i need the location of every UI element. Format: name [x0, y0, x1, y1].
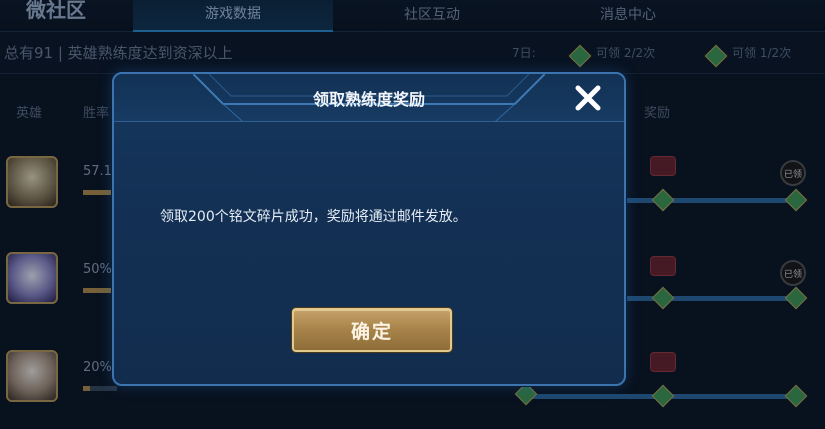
dialog-title: 领取熟练度奖励 — [312, 90, 425, 109]
dialog-header: 领取熟练度奖励 — [114, 74, 624, 122]
reward-dialog: 领取熟练度奖励 领取200个铭文碎片成功，奖励将通过邮件发放。 确定 — [112, 72, 626, 386]
close-button[interactable] — [572, 82, 604, 114]
close-icon — [575, 85, 601, 111]
confirm-button[interactable]: 确定 — [292, 308, 452, 352]
dialog-message: 领取200个铭文碎片成功，奖励将通过邮件发放。 — [160, 209, 467, 225]
